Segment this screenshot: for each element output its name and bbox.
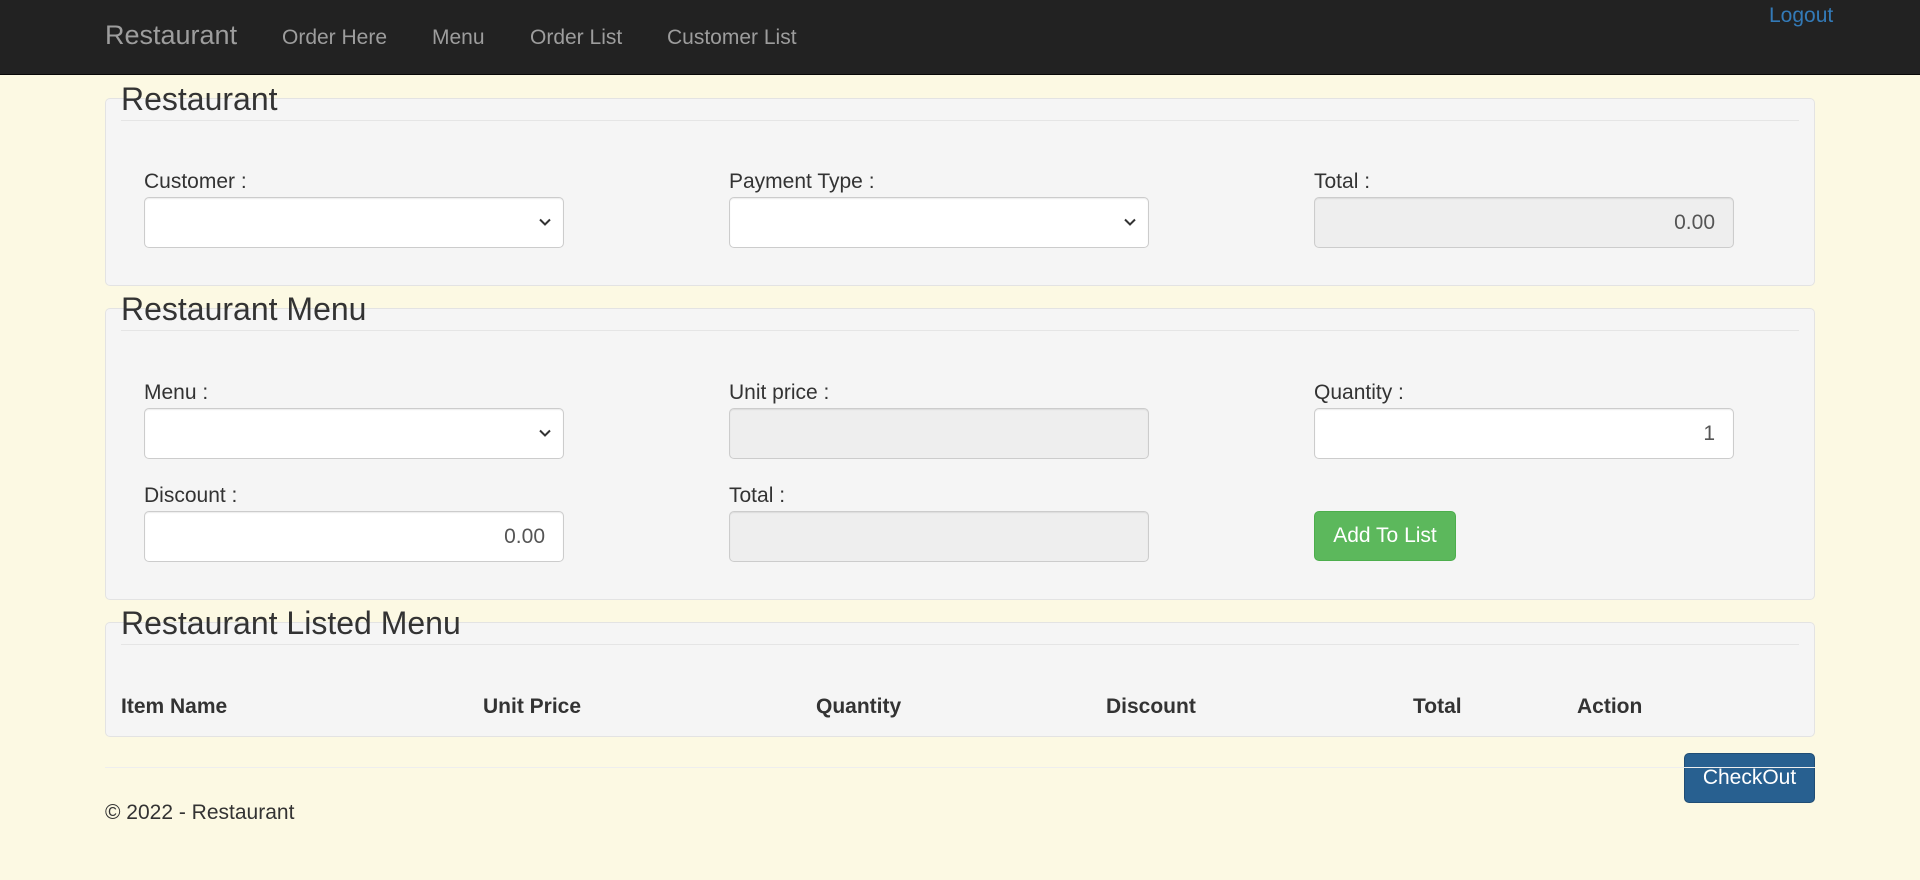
chevron-down-icon [1124,218,1136,226]
column-header-quantity: Quantity [816,695,902,718]
order-total-label: Total : [1314,170,1371,193]
legend-divider [121,330,1799,331]
column-header-item-name: Item Name [121,695,228,718]
brand-link[interactable]: Restaurant [105,20,237,51]
listed-menu-panel: Restaurant Listed Menu Item Name Unit Pr… [105,605,1815,737]
order-total-field: 0.00 [1314,197,1734,248]
column-header-unit-price: Unit Price [483,695,582,718]
chevron-down-icon [539,218,551,226]
menu-panel-title: Restaurant Menu [121,291,367,327]
order-panel: Restaurant Customer : Payment Type : Tot… [105,81,1815,286]
add-to-list-button[interactable]: Add To List [1314,511,1456,561]
menu-panel: Restaurant Menu Menu : Unit price : Quan… [105,291,1815,600]
nav-link-order-here[interactable]: Order Here [282,26,387,50]
payment-type-label: Payment Type : [729,170,875,193]
unit-price-field [729,408,1149,459]
checkout-button[interactable]: CheckOut [1684,753,1815,803]
logout-link[interactable]: Logout [1769,4,1833,28]
nav-link-order-list[interactable]: Order List [530,26,622,50]
legend-divider [121,120,1799,121]
column-header-action: Action [1577,695,1643,718]
quantity-label: Quantity : [1314,381,1404,404]
menu-label: Menu : [144,381,209,404]
unit-price-label: Unit price : [729,381,830,404]
item-total-field [729,511,1149,562]
footer-divider [105,767,1815,768]
column-header-discount: Discount [1106,695,1196,718]
column-header-total: Total [1413,695,1462,718]
top-navbar: Restaurant Order Here Menu Order List Cu… [0,0,1920,75]
legend-divider [121,644,1799,645]
footer-copyright: © 2022 - Restaurant [105,801,295,824]
payment-type-select[interactable] [729,197,1149,248]
discount-input[interactable]: 0.00 [144,511,564,562]
nav-link-customer-list[interactable]: Customer List [667,26,797,50]
nav-link-menu[interactable]: Menu [432,26,485,50]
order-panel-title: Restaurant [121,81,278,117]
listed-menu-panel-title: Restaurant Listed Menu [121,605,461,641]
discount-label: Discount : [144,484,238,507]
chevron-down-icon [539,429,551,437]
customer-select[interactable] [144,197,564,248]
customer-label: Customer : [144,170,247,193]
quantity-input[interactable]: 1 [1314,408,1734,459]
menu-select[interactable] [144,408,564,459]
item-total-label: Total : [729,484,786,507]
